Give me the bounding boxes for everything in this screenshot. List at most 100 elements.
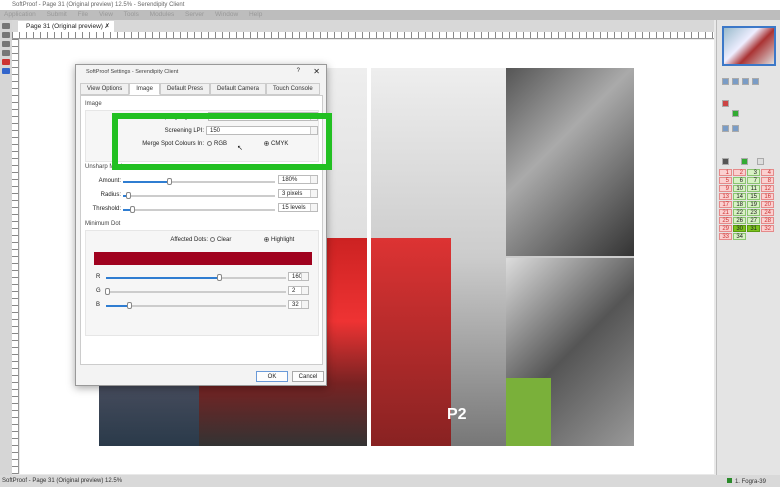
ok-button[interactable]: OK: [256, 371, 288, 382]
approve-icon[interactable]: [732, 110, 739, 117]
page-cell[interactable]: 23: [747, 209, 760, 216]
zoom-tool-icon[interactable]: [2, 32, 10, 38]
page-cell[interactable]: 34: [733, 233, 746, 240]
page-cell[interactable]: 33: [719, 233, 732, 240]
fit-icon[interactable]: [742, 78, 749, 85]
radius-slider[interactable]: [123, 192, 275, 199]
eyedropper-tool-icon[interactable]: [2, 50, 10, 56]
menu-window[interactable]: Window: [215, 11, 238, 18]
page-cell[interactable]: 32: [761, 225, 774, 232]
close-button[interactable]: ✕: [313, 67, 320, 76]
page-cell[interactable]: 29: [719, 225, 732, 232]
document-tab-bar: Page 31 (Original preview) ✗: [12, 20, 714, 32]
page-cell[interactable]: 14: [733, 193, 746, 200]
menu-modules[interactable]: Modules: [150, 11, 175, 18]
page-cell[interactable]: 11: [747, 185, 760, 192]
help-button[interactable]: ?: [297, 68, 300, 74]
page-cell[interactable]: 1: [719, 169, 732, 176]
amount-input[interactable]: 180%: [278, 175, 318, 184]
page-cell[interactable]: 2: [733, 169, 746, 176]
grid-view-icon[interactable]: [722, 158, 729, 165]
page-cell[interactable]: 24: [761, 209, 774, 216]
menu-view[interactable]: View: [99, 11, 113, 18]
menu-file[interactable]: File: [78, 11, 88, 18]
page-cell[interactable]: 25: [719, 217, 732, 224]
profile-name: 1. Fogra-39: [734, 479, 766, 485]
r-input[interactable]: 160: [288, 272, 309, 281]
threshold-slider[interactable]: [123, 206, 275, 213]
status-bar: SoftProof - Page 31 (Original preview) 1…: [0, 475, 780, 487]
profile-indicator-icon: [726, 478, 732, 483]
page-cell[interactable]: 9: [719, 185, 732, 192]
radio-highlight[interactable]: Highlight: [264, 237, 294, 243]
page-cell[interactable]: 27: [747, 217, 760, 224]
page-cell[interactable]: 30: [733, 225, 746, 232]
page-cell[interactable]: 26: [733, 217, 746, 224]
page-cell[interactable]: 5: [719, 177, 732, 184]
color-swatch: [94, 252, 312, 265]
tab-image[interactable]: Image: [129, 83, 160, 95]
g-slider[interactable]: [105, 288, 286, 295]
rotate-icon[interactable]: [722, 125, 729, 132]
horizontal-ruler: [12, 32, 714, 39]
vertical-ruler: [12, 39, 19, 474]
fullscreen-icon[interactable]: [752, 78, 759, 85]
page-cell[interactable]: 16: [761, 193, 774, 200]
menu-server[interactable]: Server: [185, 11, 204, 18]
g-input[interactable]: 2: [288, 286, 309, 295]
page-cell[interactable]: 6: [733, 177, 746, 184]
dialog-title: SoftProof Settings - Serendipity Client: [86, 69, 179, 75]
highlight-annotation-box: [112, 113, 332, 170]
image-section-title: Image: [85, 101, 102, 107]
page-cell[interactable]: 8: [761, 177, 774, 184]
page-cell[interactable]: 15: [747, 193, 760, 200]
page-cell[interactable]: 10: [733, 185, 746, 192]
window-title: SoftProof - Page 31 (Original preview) 1…: [12, 2, 185, 8]
page-cell[interactable]: 13: [719, 193, 732, 200]
menu-bar: Application Submit File View Tools Modul…: [0, 10, 780, 20]
menu-help[interactable]: Help: [249, 11, 262, 18]
color-profile-status[interactable]: 1. Fogra-39: [726, 478, 766, 485]
tab-view-options[interactable]: View Options: [80, 83, 130, 95]
tab-page-31[interactable]: Page 31 (Original preview) ✗: [18, 21, 114, 32]
zoom-out-icon[interactable]: [732, 78, 739, 85]
tab-touch-console[interactable]: Touch Console: [265, 83, 320, 95]
page-cell[interactable]: 12: [761, 185, 774, 192]
menu-submit[interactable]: Submit: [47, 11, 67, 18]
zoom-in-icon[interactable]: [722, 78, 729, 85]
page-cell[interactable]: 20: [761, 201, 774, 208]
page-cell[interactable]: 7: [747, 177, 760, 184]
page-cell[interactable]: 17: [719, 201, 732, 208]
menu-tools[interactable]: Tools: [124, 11, 139, 18]
page-thumbnail[interactable]: [722, 26, 776, 66]
page-cell[interactable]: 19: [747, 201, 760, 208]
page-cell[interactable]: 4: [761, 169, 774, 176]
measure-tool-icon[interactable]: [2, 41, 10, 47]
info-tool-icon[interactable]: [2, 68, 10, 74]
color-tool-icon[interactable]: [2, 59, 10, 65]
r-slider[interactable]: [106, 274, 286, 281]
flip-icon[interactable]: [732, 125, 739, 132]
page-cell[interactable]: 18: [733, 201, 746, 208]
threshold-input[interactable]: 15 levels: [278, 203, 318, 212]
b-input[interactable]: 32: [288, 300, 309, 309]
page-cell[interactable]: 22: [733, 209, 746, 216]
radius-input[interactable]: 3 pixels: [278, 189, 318, 198]
g-label: G: [96, 288, 101, 294]
tab-default-press[interactable]: Default Press: [159, 83, 210, 95]
page-list-icon[interactable]: [741, 158, 748, 165]
cancel-button[interactable]: Cancel: [292, 371, 324, 382]
radio-clear[interactable]: Clear: [210, 237, 231, 243]
list-view-icon[interactable]: [757, 158, 764, 165]
b-slider[interactable]: [106, 302, 286, 309]
amount-slider[interactable]: [123, 178, 275, 185]
menu-application[interactable]: Application: [4, 11, 36, 18]
page-cell[interactable]: 21: [719, 209, 732, 216]
close-tab-icon[interactable]: ✗: [105, 22, 110, 30]
pan-tool-icon[interactable]: [2, 23, 10, 29]
proof-icon[interactable]: [722, 100, 729, 107]
page-cell[interactable]: 31: [747, 225, 760, 232]
page-cell[interactable]: 28: [761, 217, 774, 224]
tab-default-camera[interactable]: Default Camera: [209, 83, 266, 95]
page-cell[interactable]: 3: [747, 169, 760, 176]
